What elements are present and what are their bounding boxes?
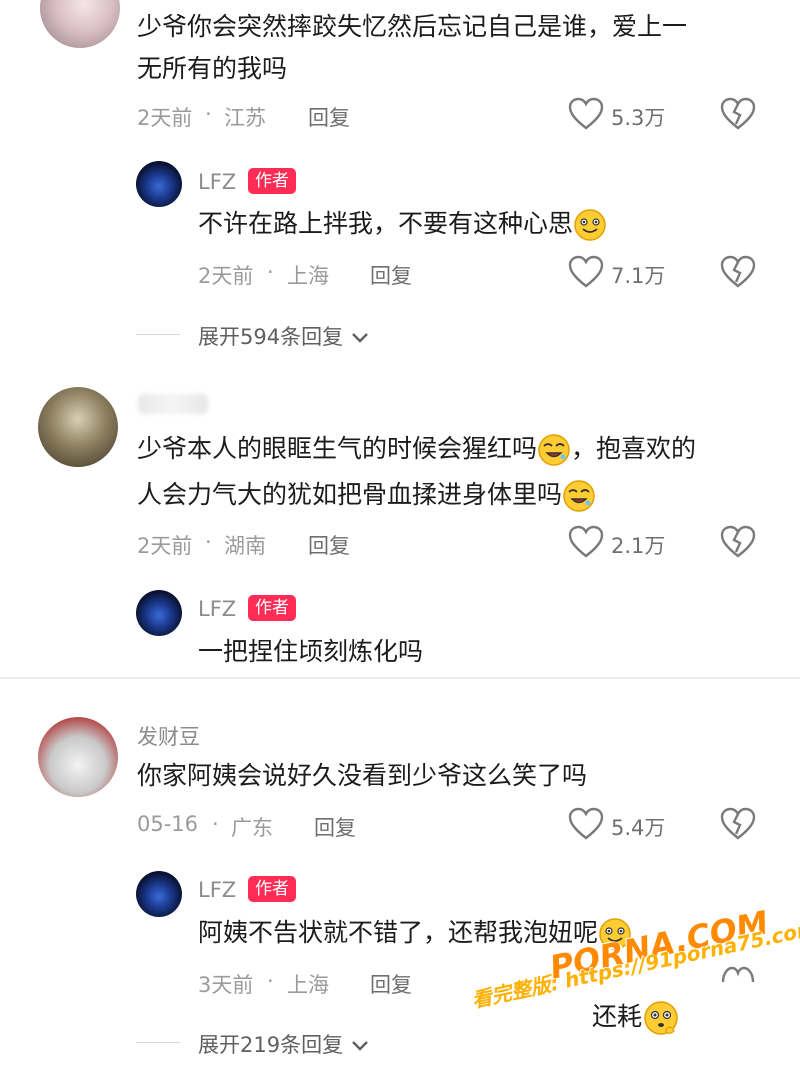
heart-icon[interactable] [568,807,604,841]
meta-dot: · [205,102,212,126]
expand-divider [136,334,180,335]
comment-location: 湖南 [224,534,266,558]
expand-label: 展开594条回复 [198,325,344,349]
author-avatar[interactable] [136,871,182,917]
chevron-down-icon [351,333,368,343]
blurred-username [138,394,208,414]
like-count: 7.1万 [611,264,666,288]
author-badge: 作者 [248,168,296,194]
dislike-icon[interactable] [720,97,756,131]
expand-replies-button[interactable]: 展开219条回复 [198,1029,370,1059]
heart-icon[interactable] [568,525,604,559]
comment-location: 江苏 [224,106,266,130]
expand-replies-button[interactable]: 展开594条回复 [198,321,370,351]
reply-text-content: 不许在路上拌我，不要有这种心思 [198,209,574,238]
like-count: 5.3万 [611,106,666,130]
comment-location: 广东 [231,816,273,840]
comment-text-line1: 少爷你会突然摔跤失忆然后忘记自己是谁，爱上一 [137,12,688,41]
reply-text-content: 阿姨不告状就不错了，还帮我泡妞呢 [198,918,599,947]
comment-text-part: 人会力气大的犹如把骨血揉进身体里吗 [137,480,563,509]
author-badge: 作者 [248,595,296,621]
reply-button[interactable]: 回复 [370,260,412,290]
expand-label: 展开219条回复 [198,1033,344,1057]
author-avatar[interactable] [136,590,182,636]
like-count: 5.4万 [611,816,666,840]
comment-time: 2天前 [137,106,193,130]
drool-emoji-icon [563,480,595,512]
commenter-avatar[interactable] [38,717,118,797]
reply-location: 上海 [287,264,329,288]
comment-text-line1: 少爷本人的眼眶生气的时候会猩红吗 ，抱喜欢的 [137,428,696,470]
overlay-caption-text: 还耗 [592,1002,643,1031]
author-name[interactable]: LFZ [198,597,236,621]
comment-text-line1: 你家阿姨会说好久没看到少爷这么笑了吗 [137,761,588,790]
reply-button[interactable]: 回复 [308,530,350,560]
expand-divider [136,1042,180,1043]
reply-text: 一把捏住顷刻炼化吗 [198,637,424,666]
chevron-down-icon [351,1041,368,1051]
reply-button[interactable]: 回复 [370,969,412,999]
dislike-icon[interactable] [720,255,756,289]
meta-dot: · [212,812,219,836]
heart-icon[interactable] [568,255,604,289]
dislike-icon[interactable] [720,807,756,841]
comment-time: 2天前 [137,534,193,558]
overlay-caption: 还耗 [592,996,680,1038]
thinking-emoji-icon [644,1001,678,1035]
meta-dot: · [205,530,212,554]
drool-emoji-icon [538,434,570,466]
author-name[interactable]: LFZ [198,878,236,902]
dislike-icon[interactable] [720,525,756,559]
comment-text-line2: 无所有的我吗 [137,54,288,83]
reply-time: 3天前 [198,973,254,997]
reply-button[interactable]: 回复 [308,102,350,132]
comment-divider [0,677,800,679]
reply-text: 不许在路上拌我，不要有这种心思 [198,203,607,245]
reply-button[interactable]: 回复 [314,812,356,842]
heart-icon[interactable] [568,97,604,131]
dislike-icon[interactable] [720,964,756,984]
author-name[interactable]: LFZ [198,170,236,194]
comment-text-line2: 人会力气大的犹如把骨血揉进身体里吗 [137,474,596,516]
meta-dot: · [267,260,274,284]
author-avatar[interactable] [136,161,182,207]
like-count: 2.1万 [611,534,666,558]
reply-time: 2天前 [198,264,254,288]
author-badge: 作者 [248,876,296,902]
meta-dot: · [267,969,274,993]
comment-username[interactable]: 发财豆 [137,721,200,751]
comment-text-part: ，抱喜欢的 [571,434,697,463]
smile-emoji-icon [574,209,606,241]
comment-text-part: 少爷本人的眼眶生气的时候会猩红吗 [137,434,538,463]
reply-location: 上海 [287,973,329,997]
commenter-avatar[interactable] [40,0,120,48]
comment-time: 05-16 [137,812,199,836]
commenter-avatar[interactable] [38,387,118,467]
